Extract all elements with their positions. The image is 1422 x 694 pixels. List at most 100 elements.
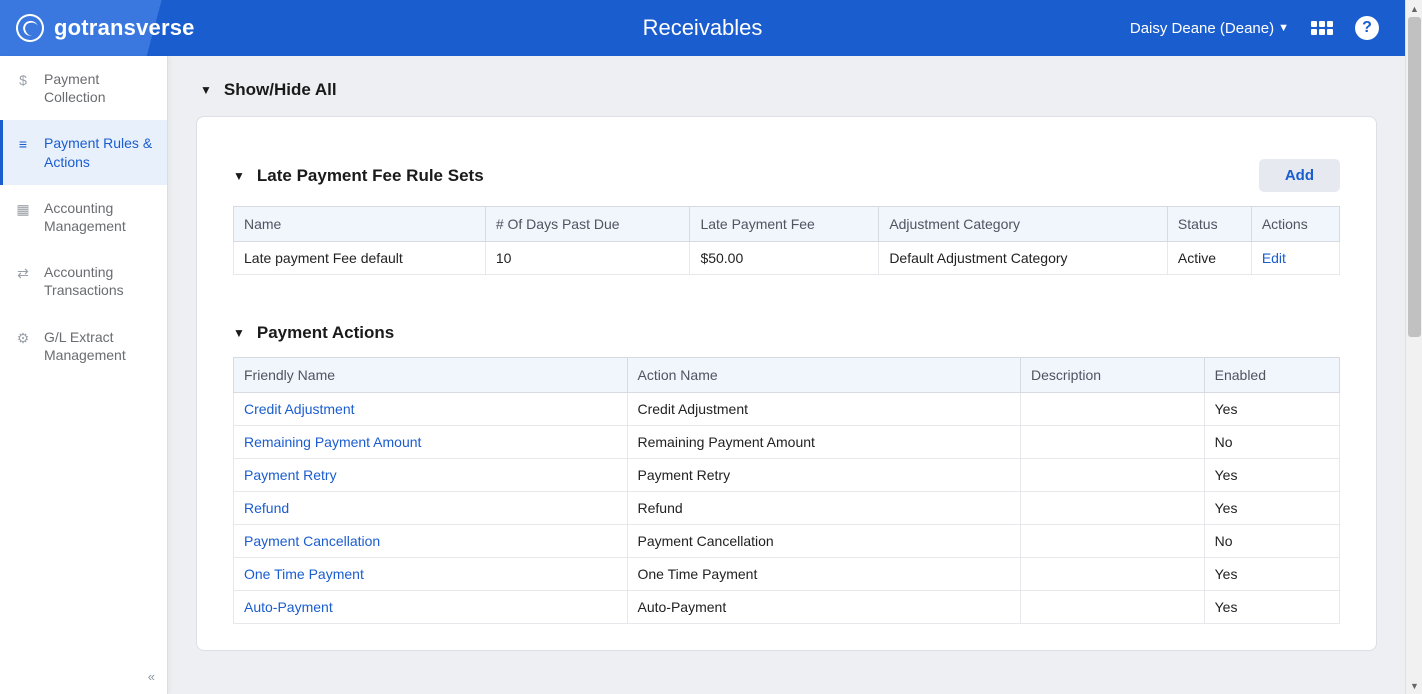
section-title-text: Late Payment Fee Rule Sets <box>257 166 484 186</box>
table-row: Remaining Payment Amount Remaining Paymen… <box>234 426 1340 459</box>
chevron-double-left-icon: « <box>148 669 153 684</box>
col-action-name[interactable]: Action Name <box>627 358 1021 393</box>
section-toggle-payment-actions[interactable]: ▼ Payment Actions <box>233 323 394 343</box>
sidebar-item-accounting-management[interactable]: ▦ Accounting Management <box>0 185 167 249</box>
vertical-scrollbar[interactable]: ▲ ▼ <box>1405 0 1422 694</box>
table-row: One Time PaymentOne Time PaymentYes <box>234 558 1340 591</box>
brand[interactable]: gotransverse <box>0 14 195 42</box>
cell-action-name: Remaining Payment Amount <box>627 426 1021 459</box>
cell-action-name: Payment Cancellation <box>627 525 1021 558</box>
table-row: Payment Cancellation Payment Cancellation… <box>234 525 1340 558</box>
sidebar-collapse-button[interactable]: « <box>148 669 153 684</box>
cell-enabled: No <box>1204 525 1339 558</box>
table-row: Refund Refund Yes <box>234 492 1340 525</box>
cell-enabled: No <box>1204 426 1339 459</box>
friendly-name-link[interactable]: Payment Cancellation <box>244 533 380 549</box>
friendly-name-link[interactable]: Credit Adjustment <box>244 401 355 417</box>
cell-enabled: Yes <box>1204 393 1339 426</box>
cell-enabled: Yes <box>1204 591 1339 624</box>
sidebar-item-label: Accounting Management <box>44 199 157 235</box>
cell-action-name: Credit Adjustment <box>627 393 1021 426</box>
brand-name: gotransverse <box>54 15 195 41</box>
edit-link[interactable]: Edit <box>1262 250 1286 266</box>
late-fee-table: Name # Of Days Past Due Late Payment Fee… <box>233 206 1340 275</box>
col-enabled[interactable]: Enabled <box>1204 358 1339 393</box>
cell-description <box>1021 591 1205 624</box>
gear-icon: ⚙ <box>14 329 32 347</box>
sidebar: $ Payment Collection ≡ Payment Rules & A… <box>0 56 168 694</box>
friendly-name-link[interactable]: One Time Payment <box>244 566 364 582</box>
sidebar-item-accounting-transactions[interactable]: ⇄ Accounting Transactions <box>0 249 167 313</box>
friendly-name-link[interactable]: Auto-Payment <box>244 599 333 615</box>
cell-description <box>1021 426 1205 459</box>
chevron-down-icon: ▼ <box>1278 22 1289 34</box>
section-title-text: Payment Actions <box>257 323 394 343</box>
show-hide-all-toggle[interactable]: ▼ Show/Hide All <box>200 80 1377 100</box>
scroll-up-button[interactable]: ▲ <box>1406 0 1422 17</box>
table-row: Auto-Payment Auto-Payment Yes <box>234 591 1340 624</box>
table-row: Late payment Fee default 10 $50.00 Defau… <box>234 242 1340 275</box>
dollar-icon: $ <box>14 71 32 89</box>
cell-description <box>1021 459 1205 492</box>
toggle-label: Show/Hide All <box>224 80 337 100</box>
main-content: ▼ Show/Hide All ▼ Late Payment Fee Rule … <box>168 56 1405 694</box>
chevron-down-icon: ▼ <box>200 83 212 97</box>
sidebar-item-payment-collection[interactable]: $ Payment Collection <box>0 56 167 120</box>
sidebar-item-label: Accounting Transactions <box>44 263 157 299</box>
user-menu[interactable]: Daisy Deane (Deane) ▼ <box>1130 20 1289 37</box>
grid-icon: ▦ <box>14 200 32 218</box>
col-actions[interactable]: Actions <box>1251 207 1339 242</box>
cell-description <box>1021 525 1205 558</box>
add-late-fee-rule-button[interactable]: Add <box>1259 159 1340 192</box>
col-category[interactable]: Adjustment Category <box>879 207 1168 242</box>
cell-action-name: Payment Retry <box>627 459 1021 492</box>
cell-action-name: Refund <box>627 492 1021 525</box>
content-card: ▼ Late Payment Fee Rule Sets Add Name # … <box>196 116 1377 651</box>
sidebar-item-payment-rules-actions[interactable]: ≡ Payment Rules & Actions <box>0 120 167 184</box>
cell-action-name: Auto-Payment <box>627 591 1021 624</box>
cell-description <box>1021 558 1205 591</box>
sidebar-item-label: G/L Extract Management <box>44 328 157 364</box>
brand-logo-icon <box>13 11 47 45</box>
sidebar-item-label: Payment Rules & Actions <box>44 134 157 170</box>
cell-name: Late payment Fee default <box>234 242 486 275</box>
col-name[interactable]: Name <box>234 207 486 242</box>
payment-actions-table: Friendly Name Action Name Description En… <box>233 357 1340 624</box>
section-toggle-late-fee[interactable]: ▼ Late Payment Fee Rule Sets <box>233 166 484 186</box>
cell-description <box>1021 492 1205 525</box>
section-late-payment-fee: ▼ Late Payment Fee Rule Sets Add Name # … <box>233 159 1340 275</box>
col-fee[interactable]: Late Payment Fee <box>690 207 879 242</box>
table-row: Payment Retry Payment Retry Yes <box>234 459 1340 492</box>
col-days[interactable]: # Of Days Past Due <box>485 207 690 242</box>
scroll-down-button[interactable]: ▼ <box>1406 677 1422 694</box>
app-switcher-icon[interactable] <box>1311 21 1333 35</box>
table-row: Credit Adjustment Credit Adjustment Yes <box>234 393 1340 426</box>
cell-category: Default Adjustment Category <box>879 242 1168 275</box>
chevron-down-icon: ▼ <box>233 326 245 340</box>
table-header-row: Friendly Name Action Name Description En… <box>234 358 1340 393</box>
section-payment-actions: ▼ Payment Actions Friendly Name Action N… <box>233 323 1340 624</box>
cell-fee: $50.00 <box>690 242 879 275</box>
app-header: gotransverse Receivables Daisy Deane (De… <box>0 0 1405 56</box>
cell-enabled: Yes <box>1204 459 1339 492</box>
rules-icon: ≡ <box>14 135 32 153</box>
user-display-name: Daisy Deane (Deane) <box>1130 20 1274 37</box>
friendly-name-link[interactable]: Remaining Payment Amount <box>244 434 421 450</box>
chevron-down-icon: ▼ <box>233 169 245 183</box>
friendly-name-link[interactable]: Payment Retry <box>244 467 337 483</box>
col-description[interactable]: Description <box>1021 358 1205 393</box>
col-friendly-name[interactable]: Friendly Name <box>234 358 628 393</box>
col-status[interactable]: Status <box>1167 207 1251 242</box>
swap-icon: ⇄ <box>14 264 32 282</box>
help-icon[interactable]: ? <box>1355 16 1379 40</box>
scroll-thumb[interactable] <box>1408 17 1421 337</box>
sidebar-item-label: Payment Collection <box>44 70 157 106</box>
friendly-name-link[interactable]: Refund <box>244 500 289 516</box>
sidebar-item-gl-extract-management[interactable]: ⚙ G/L Extract Management <box>0 314 167 378</box>
cell-enabled: Yes <box>1204 492 1339 525</box>
cell-action-name: One Time Payment <box>627 558 1021 591</box>
cell-description <box>1021 393 1205 426</box>
cell-status: Active <box>1167 242 1251 275</box>
cell-days: 10 <box>485 242 690 275</box>
table-header-row: Name # Of Days Past Due Late Payment Fee… <box>234 207 1340 242</box>
